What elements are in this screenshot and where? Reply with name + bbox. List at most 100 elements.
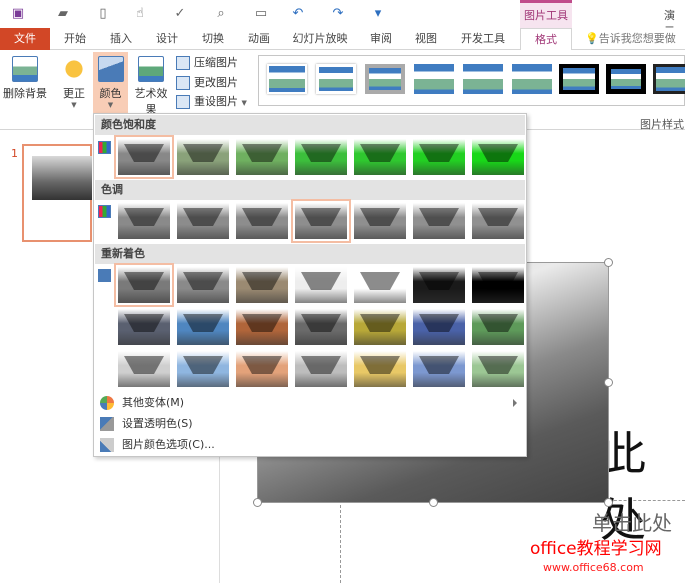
tab-file[interactable]: 文件 bbox=[0, 28, 50, 50]
resize-handle[interactable] bbox=[604, 498, 613, 507]
watermark-url: www.office68.com bbox=[543, 561, 644, 574]
recolor-option[interactable] bbox=[177, 351, 229, 387]
picture-style-3[interactable] bbox=[365, 64, 405, 94]
tone-option[interactable] bbox=[118, 203, 170, 239]
corrections-label: 更正 bbox=[63, 87, 85, 100]
recolor-option[interactable] bbox=[295, 309, 347, 345]
recolor-option[interactable] bbox=[236, 267, 288, 303]
hands-shape bbox=[478, 356, 518, 378]
picture-style-9[interactable] bbox=[653, 64, 685, 94]
picture-color-options-icon bbox=[100, 438, 114, 452]
recolor-option[interactable] bbox=[177, 267, 229, 303]
recolor-option[interactable] bbox=[413, 267, 465, 303]
picture-style-4[interactable] bbox=[414, 64, 454, 94]
recolor-option[interactable] bbox=[236, 309, 288, 345]
print-preview-icon[interactable]: ⌕ bbox=[213, 6, 229, 22]
picture-style-1[interactable] bbox=[267, 64, 307, 94]
recolor-option[interactable] bbox=[354, 309, 406, 345]
saturation-option[interactable] bbox=[354, 139, 406, 175]
open-icon[interactable]: ▰ bbox=[55, 6, 71, 22]
recolor-option[interactable] bbox=[118, 309, 170, 345]
hands-shape bbox=[301, 356, 341, 378]
tone-option[interactable] bbox=[413, 203, 465, 239]
tone-option[interactable] bbox=[177, 203, 229, 239]
save-icon[interactable]: ▣ bbox=[10, 6, 26, 22]
resize-handle[interactable] bbox=[429, 498, 438, 507]
recolor-option[interactable] bbox=[295, 267, 347, 303]
tab-view[interactable]: 视图 bbox=[407, 28, 445, 50]
corrections-button[interactable]: 更正 ▼ bbox=[58, 52, 90, 122]
saturation-option[interactable] bbox=[472, 139, 524, 175]
tab-design[interactable]: 设计 bbox=[148, 28, 186, 50]
tone-option[interactable] bbox=[236, 203, 288, 239]
picture-style-5[interactable] bbox=[463, 64, 503, 94]
recolor-option[interactable] bbox=[472, 267, 524, 303]
hands-shape bbox=[478, 272, 518, 294]
slide-thumbnail[interactable] bbox=[22, 144, 92, 242]
resize-handle[interactable] bbox=[604, 258, 613, 267]
recolor-option[interactable] bbox=[354, 351, 406, 387]
recolor-option[interactable] bbox=[472, 351, 524, 387]
reset-picture-button[interactable]: 重设图片 ▼ bbox=[176, 93, 247, 111]
more-variations-item[interactable]: 其他变体(M) bbox=[95, 393, 525, 413]
hands-shape bbox=[301, 144, 341, 166]
touch-mode-icon[interactable]: ☝ bbox=[132, 6, 148, 22]
tab-format[interactable]: 格式 bbox=[520, 28, 572, 51]
tab-animations[interactable]: 动画 bbox=[240, 28, 278, 50]
artistic-effects-button[interactable]: 艺术效果▼ bbox=[130, 52, 172, 125]
saturation-option[interactable] bbox=[413, 139, 465, 175]
change-picture-button[interactable]: 更改图片 bbox=[176, 74, 238, 92]
saturation-option[interactable] bbox=[114, 135, 174, 179]
tab-developer[interactable]: 开发工具 bbox=[455, 28, 511, 50]
tab-review[interactable]: 审阅 bbox=[362, 28, 400, 50]
slide-subtitle-text[interactable]: 单击此处 bbox=[592, 507, 672, 536]
picture-color-options-item[interactable]: 图片颜色选项(C)... bbox=[95, 435, 525, 455]
tab-slideshow[interactable]: 幻灯片放映 bbox=[287, 28, 353, 50]
hands-shape bbox=[360, 144, 400, 166]
tab-insert[interactable]: 插入 bbox=[102, 28, 140, 50]
tone-option[interactable] bbox=[472, 203, 524, 239]
hands-shape bbox=[301, 314, 341, 336]
picture-style-8[interactable] bbox=[606, 64, 646, 94]
picture-style-6[interactable] bbox=[512, 64, 552, 94]
picture-color-options-label: 图片颜色选项(C)... bbox=[122, 438, 215, 451]
tab-transitions[interactable]: 切换 bbox=[194, 28, 232, 50]
remove-background-button[interactable]: 删除背景 bbox=[2, 52, 48, 122]
recolor-option[interactable] bbox=[413, 351, 465, 387]
resize-handle[interactable] bbox=[253, 498, 262, 507]
saturation-icon bbox=[98, 141, 111, 154]
hands-shape bbox=[478, 144, 518, 166]
resize-handle[interactable] bbox=[604, 378, 613, 387]
saturation-option[interactable] bbox=[177, 139, 229, 175]
color-label: 颜色 bbox=[99, 87, 122, 100]
change-picture-icon bbox=[176, 76, 190, 90]
recolor-option[interactable] bbox=[295, 351, 347, 387]
recolor-option[interactable] bbox=[236, 351, 288, 387]
compress-pictures-button[interactable]: 压缩图片 bbox=[176, 54, 238, 72]
set-transparent-color-item[interactable]: 设置透明色(S) bbox=[95, 414, 525, 434]
picture-style-2[interactable] bbox=[316, 64, 356, 94]
customize-icon[interactable]: ▾ bbox=[370, 6, 386, 22]
new-icon[interactable]: ▯ bbox=[95, 6, 111, 22]
tone-option[interactable] bbox=[291, 199, 351, 243]
redo-icon[interactable]: ↷ bbox=[330, 6, 346, 22]
spelling-icon[interactable]: ✓ bbox=[172, 6, 188, 22]
recolor-option[interactable] bbox=[354, 267, 406, 303]
picture-style-7[interactable] bbox=[559, 64, 599, 94]
present-icon[interactable]: ▭ bbox=[253, 6, 269, 22]
hands-shape bbox=[419, 144, 459, 166]
hands-shape bbox=[419, 208, 459, 230]
recolor-option[interactable] bbox=[118, 351, 170, 387]
undo-icon[interactable]: ↶ bbox=[290, 6, 306, 22]
recolor-option[interactable] bbox=[177, 309, 229, 345]
saturation-option[interactable] bbox=[236, 139, 288, 175]
recolor-option[interactable] bbox=[472, 309, 524, 345]
tone-option[interactable] bbox=[354, 203, 406, 239]
picture-styles-gallery bbox=[258, 55, 685, 106]
tab-home[interactable]: 开始 bbox=[56, 28, 94, 50]
saturation-option[interactable] bbox=[295, 139, 347, 175]
tell-me-box[interactable]: 💡告诉我您想要做什么 bbox=[585, 28, 685, 67]
recolor-option[interactable] bbox=[114, 263, 174, 307]
recolor-option[interactable] bbox=[413, 309, 465, 345]
hands-shape bbox=[478, 314, 518, 336]
